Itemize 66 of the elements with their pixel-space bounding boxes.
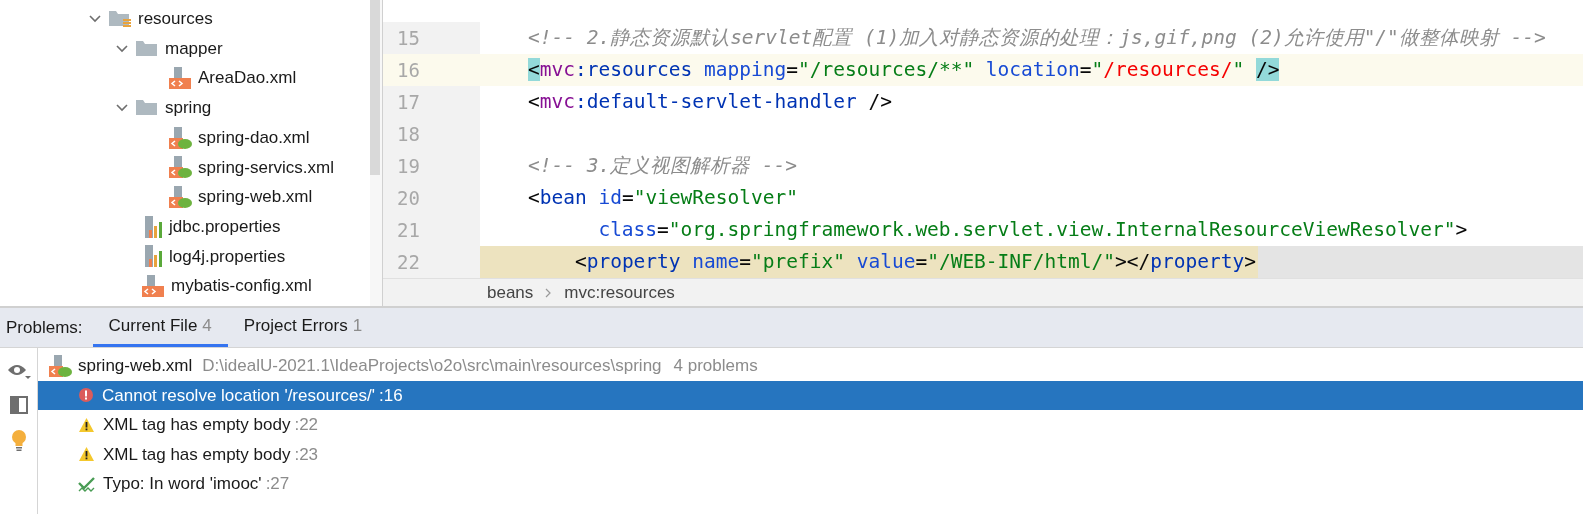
file-name[interactable]: spring-web.xml <box>78 353 193 379</box>
breadcrumb-item[interactable]: mvc:resources <box>564 279 675 306</box>
problem-message: XML tag has empty body <box>103 443 291 466</box>
line-number: 21 <box>397 217 420 243</box>
tree-item[interactable]: spring-web.xml <box>198 184 313 210</box>
tree-item[interactable]: spring-servics.xml <box>198 154 335 181</box>
spring-xml-file-icon <box>168 155 192 180</box>
typo-check-icon <box>78 475 95 492</box>
code-line: <mvc:default-servlet-handler /> <box>527 89 892 116</box>
tree-item[interactable]: AreaDao.xml <box>198 65 297 91</box>
tree-item[interactable]: spring <box>165 95 212 121</box>
problem-line: :16 <box>378 384 403 407</box>
error-icon <box>78 387 94 404</box>
code-line: class="org.springframework.web.servlet.view.InternalResourceViewResolver"> <box>597 217 1468 244</box>
code-line: <bean id="viewResolver" <box>527 185 799 212</box>
code-line: <property name="prefix" value="/WEB-INF/html/"></property> <box>573 249 1256 276</box>
problem-line: :23 <box>294 443 319 466</box>
problem-line: :27 <box>265 473 290 495</box>
spring-xml-file-icon <box>168 125 192 150</box>
line-number: 22 <box>397 249 420 275</box>
line-number: 16 <box>397 57 420 83</box>
problem-line: :22 <box>294 414 319 436</box>
problem-row[interactable]: XML tag has empty body :23 <box>38 439 1583 469</box>
preview-panel-icon[interactable] <box>9 396 28 414</box>
problem-row[interactable]: Typo: In word 'imooc' :27 <box>38 469 1583 499</box>
line-number: 17 <box>397 89 420 115</box>
code-line: <!-- 3.定义视图解析器 --> <box>527 153 798 180</box>
chevron-down-icon[interactable] <box>88 13 102 24</box>
line-number: 18 <box>397 121 420 147</box>
spring-xml-file-icon <box>168 184 192 209</box>
folder-icon <box>135 39 159 58</box>
spring-xml-file-icon <box>48 353 72 378</box>
eye-icon[interactable] <box>6 362 31 380</box>
tab[interactable]: Project Errors 1 <box>227 308 379 347</box>
chevron-down-icon[interactable] <box>115 43 129 54</box>
lightbulb-icon[interactable] <box>10 430 27 452</box>
xml-file-icon <box>168 66 192 91</box>
file-path: D:\idealU-2021.1\IdeaProjects\o2o\src\main\resources\spring <box>201 355 662 377</box>
tree-item[interactable]: mapper <box>165 35 223 62</box>
code-line: <mvc:resources mapping="/resources/**" location="/resources/" /> <box>527 57 1280 84</box>
tree-item[interactable]: mybatis-config.xml <box>171 273 312 299</box>
warning-icon <box>78 446 95 463</box>
problem-row[interactable]: Cannot resolve location '/resources/' :16 <box>38 380 1583 410</box>
problem-row[interactable]: XML tag has empty body :22 <box>38 410 1583 440</box>
breadcrumb-item[interactable]: beans <box>487 279 534 306</box>
tree-item[interactable]: log4j.properties <box>169 243 286 270</box>
chevron-down-icon[interactable] <box>115 102 129 113</box>
xml-file-icon <box>141 274 165 299</box>
problem-message: Typo: In word 'imooc' <box>103 473 262 495</box>
tree-item[interactable]: jdbc.properties <box>169 213 281 240</box>
line-number: 15 <box>397 25 420 51</box>
chevron-right-icon <box>545 287 553 298</box>
line-number: 19 <box>397 153 420 179</box>
problem-count: 4 problems <box>672 355 758 377</box>
warning-icon <box>78 416 95 433</box>
resources-folder-icon <box>108 8 132 29</box>
panel-title: Problems: <box>6 316 84 339</box>
code-line: <!-- 2.静态资源默认servlet配置 (1)加入对静态资源的处理：js,gif,png (2)允许使用"/"做整体映射 --> <box>527 25 1546 52</box>
problem-message: Cannot resolve location '/resources/' <box>102 384 375 407</box>
scrollbar-thumb[interactable] <box>370 0 380 175</box>
line-number: 20 <box>397 185 420 211</box>
tree-item[interactable]: spring-dao.xml <box>198 124 310 151</box>
tree-item[interactable]: resources <box>138 6 213 32</box>
problem-message: XML tag has empty body <box>103 414 291 436</box>
tab[interactable]: Current File 4 <box>92 308 228 347</box>
folder-icon <box>135 98 159 117</box>
